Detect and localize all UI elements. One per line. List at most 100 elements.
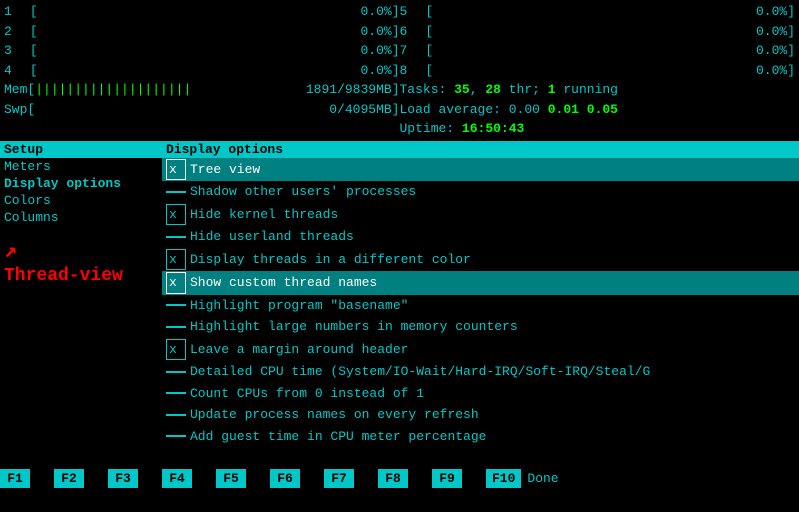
footer-label-f6 — [302, 477, 322, 481]
cpu8-num: 8 — [400, 61, 418, 81]
cpu3-pct: 0.0%] — [38, 41, 400, 61]
option-checkbox-11 — [166, 414, 186, 416]
option-row-8[interactable]: x Leave a margin around header — [162, 338, 799, 362]
option-label-3: Hide userland threads — [190, 227, 354, 247]
footer-label-f2 — [86, 477, 106, 481]
cpu5-pct: 0.0%] — [433, 2, 795, 22]
option-row-5[interactable]: x Show custom thread names — [162, 271, 799, 295]
cpu1-bar: [ — [30, 2, 38, 22]
option-row-12[interactable]: Add guest time in CPU meter percentage — [162, 426, 799, 448]
option-label-5: Show custom thread names — [190, 273, 377, 293]
footer-item-f9[interactable]: F9 — [432, 469, 484, 488]
footer-item-f3[interactable]: F3 — [108, 469, 160, 488]
option-checkbox-8: x — [166, 339, 186, 361]
option-label-10: Count CPUs from 0 instead of 1 — [190, 384, 424, 404]
option-checkbox-9 — [166, 371, 186, 373]
footer-label-f7 — [356, 477, 376, 481]
option-checkbox-5: x — [166, 272, 186, 294]
cpu7-bar: [ — [425, 41, 433, 61]
footer-key-f7[interactable]: F7 — [324, 469, 354, 488]
footer-key-f5[interactable]: F5 — [216, 469, 246, 488]
cpu8-pct: 0.0%] — [433, 61, 795, 81]
footer-item-f2[interactable]: F2 — [54, 469, 106, 488]
footer-label-f1 — [32, 477, 52, 481]
option-checkbox-7 — [166, 326, 186, 328]
option-row-6[interactable]: Highlight program "basename" — [162, 295, 799, 317]
footer-item-f4[interactable]: F4 — [162, 469, 214, 488]
sidebar-item-colors[interactable]: Colors — [0, 192, 162, 209]
option-row-7[interactable]: Highlight large numbers in memory counte… — [162, 316, 799, 338]
option-label-4: Display threads in a different color — [190, 250, 471, 270]
cpu3-bar: [ — [30, 41, 38, 61]
option-label-8: Leave a margin around header — [190, 340, 408, 360]
cpu3-num: 3 — [4, 41, 22, 61]
option-checkbox-3 — [166, 236, 186, 238]
option-label-6: Highlight program "basename" — [190, 296, 408, 316]
option-checkbox-1 — [166, 191, 186, 193]
cpu6-bar: [ — [425, 22, 433, 42]
option-row-9[interactable]: Detailed CPU time (System/IO-Wait/Hard-I… — [162, 361, 799, 383]
option-row-1[interactable]: Shadow other users' processes — [162, 181, 799, 203]
sidebar-item-meters[interactable]: Meters — [0, 158, 162, 175]
footer-key-f4[interactable]: F4 — [162, 469, 192, 488]
footer-label-f8 — [410, 477, 430, 481]
footer-key-f3[interactable]: F3 — [108, 469, 138, 488]
footer-item-f10[interactable]: F10Done — [486, 469, 563, 488]
option-checkbox-6 — [166, 304, 186, 306]
footer-label-f4 — [194, 477, 214, 481]
footer-item-f6[interactable]: F6 — [270, 469, 322, 488]
footer-label-f9 — [464, 477, 484, 481]
thread-view-label: Thread-view — [0, 264, 162, 288]
uptime-row: Uptime: 16:50:43 — [400, 119, 796, 139]
cpu5-bar: [ — [425, 2, 433, 22]
footer-key-f9[interactable]: F9 — [432, 469, 462, 488]
option-checkbox-2: x — [166, 204, 186, 226]
option-row-3[interactable]: Hide userland threads — [162, 226, 799, 248]
cpu4-bar: [ — [30, 61, 38, 81]
mem-val: 1891/9839MB] — [191, 80, 399, 100]
sidebar-header: Setup — [0, 141, 162, 158]
swp-label: Swp[ — [4, 100, 35, 120]
footer-label-f5 — [248, 477, 268, 481]
content-header: Display options — [162, 141, 799, 158]
mem-label: Mem[ — [4, 80, 35, 100]
footer-key-f8[interactable]: F8 — [378, 469, 408, 488]
cpu1-num: 1 — [4, 2, 22, 22]
cpu6-num: 6 — [400, 22, 418, 42]
sidebar-item-display-options[interactable]: Display options — [0, 175, 162, 192]
load-row: Load average: 0.00 0.01 0.05 — [400, 100, 796, 120]
cpu6-pct: 0.0%] — [433, 22, 795, 42]
cpu2-pct: 0.0%] — [38, 22, 400, 42]
footer: F1 F2 F3 F4 F5 F6 F7 F8 F9 F10Done — [0, 465, 799, 493]
sidebar-item-columns[interactable]: Columns — [0, 209, 162, 226]
option-row-0[interactable]: x Tree view — [162, 158, 799, 182]
footer-key-f6[interactable]: F6 — [270, 469, 300, 488]
footer-key-f1[interactable]: F1 — [0, 469, 30, 488]
footer-item-f1[interactable]: F1 — [0, 469, 52, 488]
footer-label-f10: Done — [523, 469, 562, 488]
cpu7-pct: 0.0%] — [433, 41, 795, 61]
option-checkbox-10 — [166, 392, 186, 394]
footer-key-f2[interactable]: F2 — [54, 469, 84, 488]
footer-item-f8[interactable]: F8 — [378, 469, 430, 488]
footer-key-f10[interactable]: F10 — [486, 469, 521, 488]
option-row-11[interactable]: Update process names on every refresh — [162, 404, 799, 426]
footer-item-f7[interactable]: F7 — [324, 469, 376, 488]
option-label-9: Detailed CPU time (System/IO-Wait/Hard-I… — [190, 362, 650, 382]
footer-item-f5[interactable]: F5 — [216, 469, 268, 488]
tasks-row: Tasks: 35, 28 thr; 1 running — [400, 80, 796, 100]
option-label-11: Update process names on every refresh — [190, 405, 479, 425]
option-label-12: Add guest time in CPU meter percentage — [190, 427, 486, 447]
swp-val: 0/4095MB] — [35, 100, 399, 120]
option-label-0: Tree view — [190, 160, 260, 180]
option-row-10[interactable]: Count CPUs from 0 instead of 1 — [162, 383, 799, 405]
sidebar: Setup Meters Display options Colors Colu… — [0, 141, 162, 465]
content-area: Display options x Tree view Shadow other… — [162, 141, 799, 465]
option-row-4[interactable]: x Display threads in a different color — [162, 248, 799, 272]
option-row-2[interactable]: x Hide kernel threads — [162, 203, 799, 227]
cpu1-pct: 0.0%] — [38, 2, 400, 22]
option-label-1: Shadow other users' processes — [190, 182, 416, 202]
cpu5-num: 5 — [400, 2, 418, 22]
footer-label-f3 — [140, 477, 160, 481]
cpu8-bar: [ — [425, 61, 433, 81]
